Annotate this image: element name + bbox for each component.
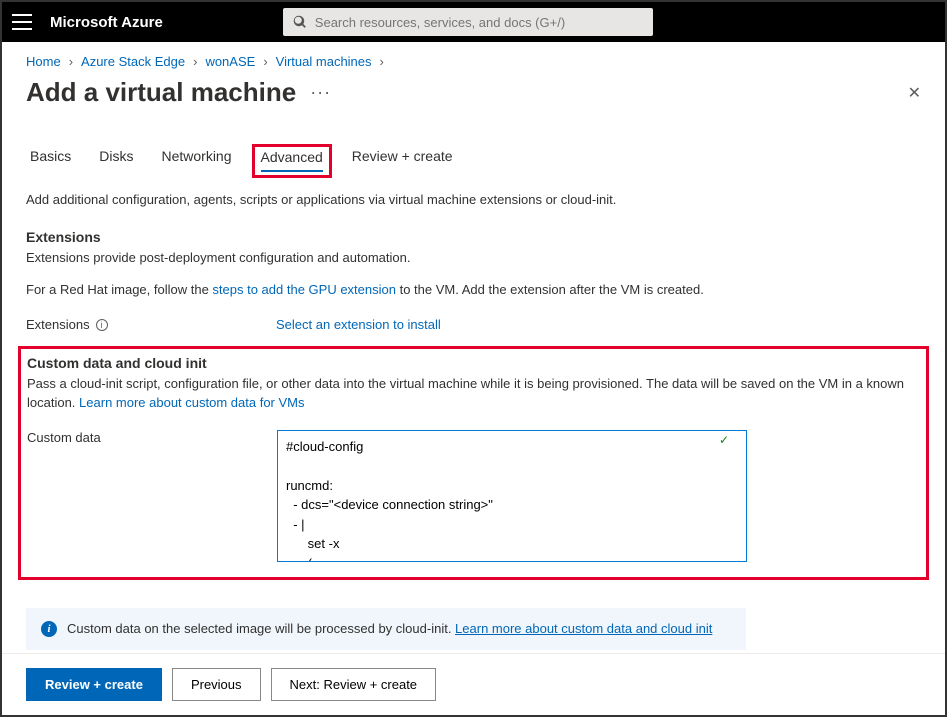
select-extension-link[interactable]: Select an extension to install: [276, 317, 441, 332]
breadcrumb: Home › Azure Stack Edge › wonASE › Virtu…: [26, 54, 921, 69]
breadcrumb-home[interactable]: Home: [26, 54, 61, 69]
info-icon[interactable]: i: [96, 319, 108, 331]
search-input[interactable]: [315, 15, 643, 30]
tab-disks[interactable]: Disks: [99, 148, 133, 174]
gpu-extension-link[interactable]: steps to add the GPU extension: [212, 282, 396, 297]
tab-bar: Basics Disks Networking Advanced Review …: [26, 148, 921, 174]
breadcrumb-vm[interactable]: Virtual machines: [276, 54, 372, 69]
tab-advanced[interactable]: Advanced: [261, 149, 323, 171]
tab-networking[interactable]: Networking: [161, 148, 231, 174]
custom-data-label: Custom data: [27, 430, 277, 445]
page-title: Add a virtual machine: [26, 77, 296, 108]
menu-icon[interactable]: [12, 14, 32, 30]
custom-data-desc: Pass a cloud-init script, configuration …: [27, 375, 918, 411]
extensions-field-label: Extensions i: [26, 317, 276, 332]
info-icon: i: [41, 621, 57, 637]
chevron-right-icon: ›: [263, 54, 267, 69]
search-box[interactable]: [283, 8, 653, 36]
search-icon: [293, 15, 307, 29]
review-create-button[interactable]: Review + create: [26, 668, 162, 701]
custom-data-learn-link[interactable]: Learn more about custom data for VMs: [79, 395, 304, 410]
tab-basics[interactable]: Basics: [30, 148, 71, 174]
custom-data-heading: Custom data and cloud init: [27, 355, 918, 371]
chevron-right-icon: ›: [69, 54, 73, 69]
cloud-init-learn-link[interactable]: Learn more about custom data and cloud i…: [455, 621, 712, 636]
tab-intro-text: Add additional configuration, agents, sc…: [26, 192, 921, 207]
tab-review[interactable]: Review + create: [352, 148, 453, 174]
extensions-heading: Extensions: [26, 229, 921, 245]
wizard-footer: Review + create Previous Next: Review + …: [2, 653, 945, 715]
cloud-init-info-bar: i Custom data on the selected image will…: [26, 608, 746, 650]
breadcrumb-ase[interactable]: Azure Stack Edge: [81, 54, 185, 69]
close-button[interactable]: ✕: [908, 83, 921, 103]
chevron-right-icon: ›: [380, 54, 384, 69]
validation-check-icon: ✓: [719, 433, 729, 447]
extensions-redhat-note: For a Red Hat image, follow the steps to…: [26, 281, 921, 299]
extensions-desc: Extensions provide post-deployment confi…: [26, 249, 921, 267]
custom-data-textarea[interactable]: [277, 430, 747, 562]
breadcrumb-wonase[interactable]: wonASE: [205, 54, 255, 69]
more-actions-button[interactable]: ···: [310, 82, 331, 103]
chevron-right-icon: ›: [193, 54, 197, 69]
previous-button[interactable]: Previous: [172, 668, 261, 701]
next-button[interactable]: Next: Review + create: [271, 668, 437, 701]
info-bar-text: Custom data on the selected image will b…: [67, 621, 455, 636]
brand-label: Microsoft Azure: [50, 14, 163, 31]
